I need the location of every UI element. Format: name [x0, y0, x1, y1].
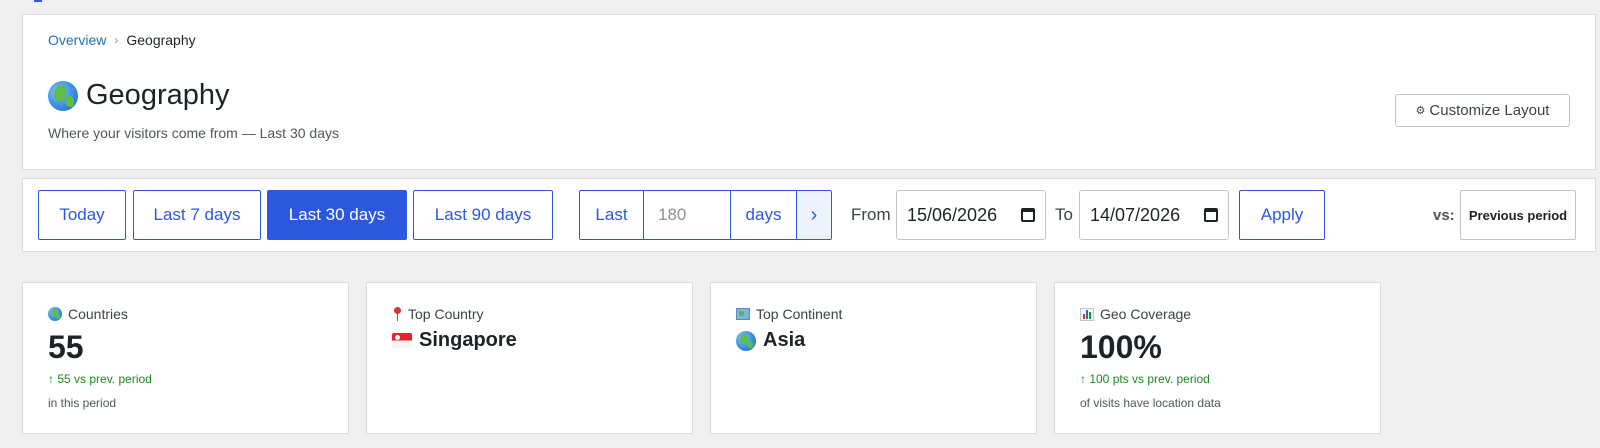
stat-note-countries: in this period [48, 396, 117, 410]
globe-icon [48, 80, 78, 111]
pin-icon [392, 307, 402, 321]
customize-layout-label: Customize Layout [1429, 102, 1550, 119]
from-date-input[interactable]: 15/06/2026 [896, 190, 1046, 240]
stat-value-text: Asia [763, 329, 806, 351]
preset-today-button[interactable]: Today [38, 190, 126, 240]
custom-days-input[interactable]: 180 [644, 191, 731, 239]
preset-7-days-button[interactable]: Last 7 days [133, 190, 261, 240]
to-label: To [1055, 205, 1073, 224]
stat-label-text: Top Country [408, 306, 484, 322]
bar-chart-icon [1080, 307, 1094, 321]
calendar-icon[interactable] [1021, 208, 1035, 222]
stat-card-top-continent: Top Continent Asia [710, 282, 1037, 434]
page-subtitle: Where your visitors come from — Last 30 … [48, 125, 339, 141]
apply-button[interactable]: Apply [1239, 190, 1325, 240]
preset-90-days-button[interactable]: Last 90 days [413, 190, 553, 240]
from-date-value: 15/06/2026 [907, 204, 998, 225]
singapore-flag-icon [392, 333, 412, 348]
breadcrumb-current: Geography [126, 32, 196, 48]
stat-card-geo-coverage: Geo Coverage 100% ↑ 100 pts vs prev. per… [1054, 282, 1381, 434]
stat-label-text: Geo Coverage [1100, 306, 1192, 322]
stat-value-geo-coverage: 100% [1080, 329, 1162, 365]
globe-icon [736, 330, 756, 351]
customize-layout-button[interactable]: ⚙ Customize Layout [1395, 94, 1570, 127]
calendar-icon[interactable] [1204, 208, 1218, 222]
stat-label-text: Top Continent [756, 306, 843, 322]
stat-label-countries: Countries [48, 306, 128, 322]
globe-icon [48, 307, 62, 321]
breadcrumb-separator: › [114, 33, 119, 47]
stat-value-text: Singapore [419, 329, 517, 351]
stat-label-text: Countries [68, 306, 128, 322]
stat-value-top-country: Singapore [392, 329, 517, 352]
custom-range-group: Last 180 days › [579, 190, 832, 240]
gear-icon: ⚙ [1415, 105, 1426, 117]
stat-label-top-country: Top Country [392, 306, 483, 322]
stat-label-geo-coverage: Geo Coverage [1080, 306, 1191, 322]
compare-label: vs: [1433, 206, 1455, 224]
page-title: Geography [48, 79, 230, 112]
custom-range-prefix: Last [580, 191, 644, 239]
breadcrumb: Overview › Geography [48, 32, 196, 48]
page-title-text: Geography [86, 79, 230, 111]
stat-delta-geo-coverage: ↑ 100 pts vs prev. period [1080, 372, 1210, 386]
date-filter-bar: Today Last 7 days Last 30 days Last 90 d… [22, 178, 1596, 252]
top-accent-mark [34, 0, 42, 2]
to-date-input[interactable]: 14/07/2026 [1079, 190, 1229, 240]
breadcrumb-overview-link[interactable]: Overview [48, 32, 106, 48]
stat-value-top-continent: Asia [736, 329, 805, 352]
to-date-value: 14/07/2026 [1090, 204, 1181, 225]
stat-card-countries: Countries 55 ↑ 55 vs prev. period in thi… [22, 282, 349, 434]
preset-30-days-button[interactable]: Last 30 days [267, 190, 407, 240]
compare-period-select[interactable]: Previous period [1460, 190, 1576, 240]
stat-label-top-continent: Top Continent [736, 306, 842, 322]
stat-delta-countries: ↑ 55 vs prev. period [48, 372, 152, 386]
map-icon [736, 308, 750, 320]
page-header-card: Overview › Geography Geography Where you… [22, 14, 1596, 170]
stat-note-geo-coverage: of visits have location data [1080, 396, 1221, 410]
stat-card-top-country: Top Country Singapore [366, 282, 693, 434]
stat-value-countries: 55 [48, 329, 84, 365]
custom-range-suffix: days [731, 191, 797, 239]
chevron-right-icon[interactable]: › [797, 191, 831, 239]
from-label: From [851, 205, 891, 224]
